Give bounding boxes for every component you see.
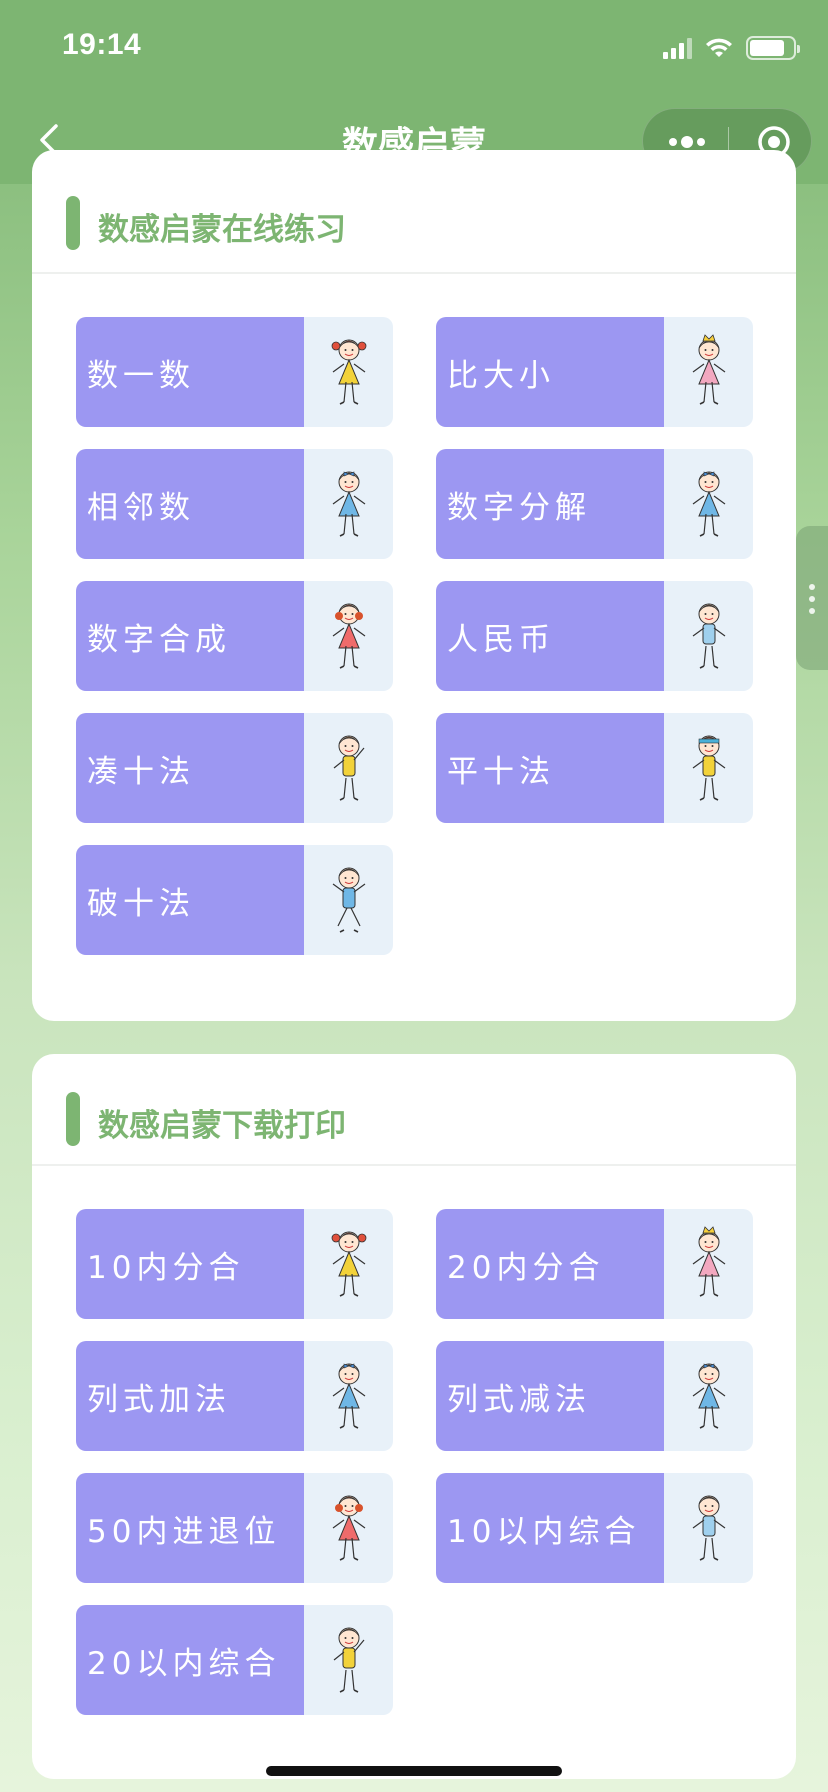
battery-icon xyxy=(746,36,800,60)
menu-tile[interactable]: 20内分合 xyxy=(436,1209,753,1319)
divider xyxy=(32,272,796,274)
menu-tile[interactable]: 比大小 xyxy=(436,317,753,427)
status-icons xyxy=(663,36,800,60)
menu-tile[interactable]: 平十法 xyxy=(436,713,753,823)
kid-illustration-icon xyxy=(664,1473,753,1583)
menu-tile[interactable]: 10以内综合 xyxy=(436,1473,753,1583)
kid-illustration-icon xyxy=(664,317,753,427)
kid-illustration-icon xyxy=(304,317,393,427)
menu-tile-label: 数一数 xyxy=(76,317,304,427)
signal-icon xyxy=(663,37,692,59)
menu-tile[interactable]: 相邻数 xyxy=(76,449,393,559)
menu-tile[interactable]: 20以内综合 xyxy=(76,1605,393,1715)
status-time: 19:14 xyxy=(62,28,142,61)
kid-illustration-icon xyxy=(664,449,753,559)
kid-illustration-icon xyxy=(664,581,753,691)
menu-tile-label: 20以内综合 xyxy=(76,1605,304,1715)
status-bar: 19:14 xyxy=(0,0,828,100)
menu-tile-label: 20内分合 xyxy=(436,1209,664,1319)
menu-tile-label: 列式减法 xyxy=(436,1341,664,1451)
section-header: 数感启蒙在线练习 xyxy=(32,184,796,274)
home-indicator xyxy=(266,1766,562,1776)
menu-tile-label: 10以内综合 xyxy=(436,1473,664,1583)
menu-tile[interactable]: 10内分合 xyxy=(76,1209,393,1319)
side-drawer-handle[interactable] xyxy=(796,526,828,670)
kid-illustration-icon xyxy=(304,581,393,691)
menu-tile[interactable]: 列式加法 xyxy=(76,1341,393,1451)
menu-tile[interactable]: 数字合成 xyxy=(76,581,393,691)
menu-tile-label: 破十法 xyxy=(76,845,304,955)
menu-tile[interactable]: 破十法 xyxy=(76,845,393,955)
menu-tile-label: 50内进退位 xyxy=(76,1473,304,1583)
kid-illustration-icon xyxy=(304,1473,393,1583)
menu-tile[interactable]: 数字分解 xyxy=(436,449,753,559)
kid-illustration-icon xyxy=(304,845,393,955)
menu-tile-label: 10内分合 xyxy=(76,1209,304,1319)
kid-illustration-icon xyxy=(304,1209,393,1319)
section-title: 数感启蒙在线练习 xyxy=(98,212,346,248)
menu-tile-label: 数字分解 xyxy=(436,449,664,559)
kid-illustration-icon xyxy=(664,1209,753,1319)
kid-illustration-icon xyxy=(664,1341,753,1451)
kid-illustration-icon xyxy=(304,1605,393,1715)
wifi-icon xyxy=(706,38,732,57)
kid-illustration-icon xyxy=(304,713,393,823)
menu-tile[interactable]: 数一数 xyxy=(76,317,393,427)
kid-illustration-icon xyxy=(304,1341,393,1451)
menu-tile-label: 相邻数 xyxy=(76,449,304,559)
menu-tile[interactable]: 列式减法 xyxy=(436,1341,753,1451)
kid-illustration-icon xyxy=(664,713,753,823)
section-accent-bar xyxy=(66,1092,80,1146)
section-accent-bar xyxy=(66,196,80,250)
menu-tile-label: 平十法 xyxy=(436,713,664,823)
menu-tile-label: 人民币 xyxy=(436,581,664,691)
menu-tile-label: 数字合成 xyxy=(76,581,304,691)
divider xyxy=(32,1164,796,1166)
menu-tile-label: 比大小 xyxy=(436,317,664,427)
menu-tile-label: 列式加法 xyxy=(76,1341,304,1451)
section-title: 数感启蒙下载打印 xyxy=(98,1108,346,1144)
menu-tile[interactable]: 人民币 xyxy=(436,581,753,691)
section-header: 数感启蒙下载打印 xyxy=(32,1080,796,1170)
kid-illustration-icon xyxy=(304,449,393,559)
menu-tile[interactable]: 凑十法 xyxy=(76,713,393,823)
menu-tile-label: 凑十法 xyxy=(76,713,304,823)
online-practice-card: 数感启蒙在线练习 数一数 比大小相邻数 数字分解数字合成 人民币凑十法 平十法破十法 xyxy=(32,150,796,1021)
download-print-card: 数感启蒙下载打印 10内分合 20内分合列式加法 列式减法 50内进退位 10以内综合 2… xyxy=(32,1054,796,1779)
menu-tile[interactable]: 50内进退位 xyxy=(76,1473,393,1583)
